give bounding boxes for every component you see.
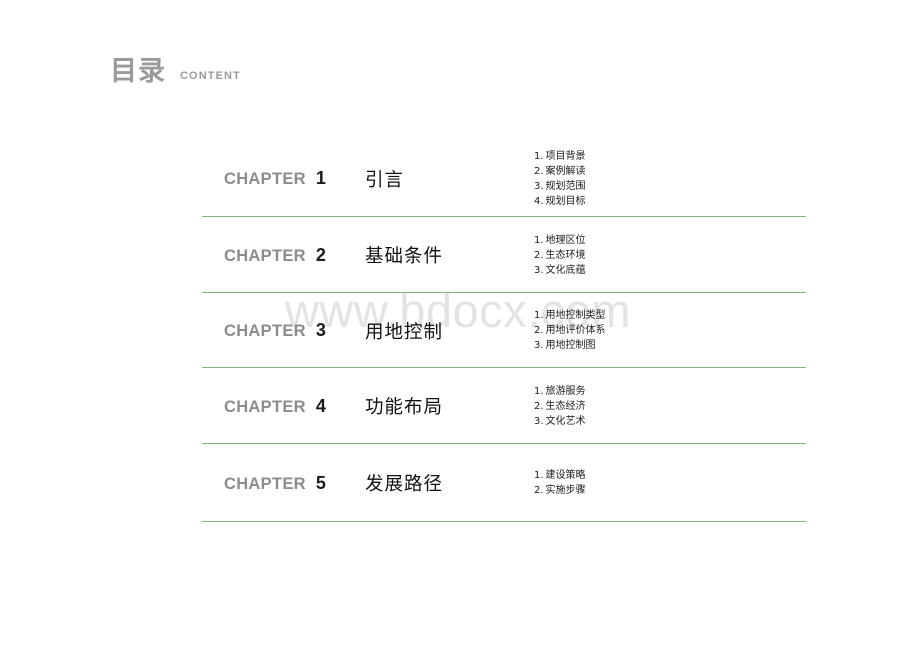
list-item-index: 1. — [534, 385, 544, 397]
list-item[interactable]: 4. 规划目标 — [534, 194, 806, 209]
toc-row[interactable]: CHAPTER 3 用地控制 1. 用地控制类型 2. 用地评价体系 3. 用地控制图 — [202, 293, 806, 368]
list-item-label: 地理区位 — [545, 234, 586, 246]
chapter-label: CHAPTER 2 — [202, 245, 352, 266]
page-subtitle: CONTENT — [180, 70, 241, 82]
list-item-label: 案例解读 — [545, 165, 586, 177]
list-item-index: 3. — [534, 180, 544, 192]
chapter-item-list: 1. 用地控制类型 2. 用地评价体系 3. 用地控制图 — [522, 308, 806, 353]
toc-row[interactable]: CHAPTER 5 发展路径 1. 建设策略 2. 实施步骤 — [202, 444, 806, 522]
chapter-number: 1 — [315, 168, 326, 188]
row-divider — [202, 521, 806, 522]
page-title: 目录 — [110, 56, 166, 87]
chapter-number: 4 — [315, 395, 326, 416]
list-item-label: 规划范围 — [545, 180, 586, 192]
list-item-index: 4. — [534, 195, 544, 207]
list-item[interactable]: 3. 规划范围 — [534, 179, 806, 194]
toc-row[interactable]: CHAPTER 2 基础条件 1. 地理区位 2. 生态环境 3. 文化底蕴 — [202, 217, 806, 293]
list-item-label: 生态经济 — [545, 400, 586, 412]
list-item-index: 1. — [534, 310, 544, 321]
chapter-word: CHAPTER — [224, 246, 306, 265]
list-item[interactable]: 1. 项目背景 — [534, 149, 806, 164]
slide-canvas: 目录 CONTENT www.bdocx.com CHAPTER 1 引言 1.… — [0, 0, 920, 651]
chapter-number: 2 — [315, 244, 326, 265]
list-item-index: 1. — [534, 470, 544, 481]
list-item-label: 项目背景 — [545, 150, 586, 162]
chapter-title: 发展路径 — [365, 474, 444, 495]
chapter-item-list: 1. 地理区位 2. 生态环境 3. 文化底蕴 — [522, 233, 806, 278]
list-item[interactable]: 2. 生态经济 — [534, 399, 806, 414]
list-item[interactable]: 3. 用地控制图 — [534, 338, 806, 353]
list-item-index: 3. — [534, 340, 544, 351]
list-item[interactable]: 1. 旅游服务 — [534, 384, 806, 399]
list-item[interactable]: 1. 建设策略 — [534, 468, 806, 483]
chapter-label: CHAPTER 3 — [202, 320, 352, 341]
list-item-index: 3. — [534, 415, 544, 427]
chapter-title: 基础条件 — [365, 246, 444, 267]
chapter-title: 用地控制 — [365, 321, 444, 343]
chapter-label: CHAPTER 4 — [202, 396, 352, 417]
toc-row[interactable]: CHAPTER 4 功能布局 1. 旅游服务 2. 生态经济 3. 文化艺术 — [202, 368, 806, 444]
chapter-word: CHAPTER — [224, 322, 306, 340]
list-item[interactable]: 2. 生态环境 — [534, 248, 806, 263]
list-item-index: 1. — [534, 234, 544, 246]
chapter-item-list: 1. 建设策略 2. 实施步骤 — [522, 468, 806, 498]
chapter-label: CHAPTER 5 — [202, 473, 352, 494]
list-item-label: 规划目标 — [545, 195, 586, 207]
chapter-word: CHAPTER — [224, 474, 306, 493]
list-item-index: 2. — [534, 485, 544, 496]
list-item-index: 2. — [534, 165, 544, 177]
list-item[interactable]: 2. 实施步骤 — [534, 483, 806, 498]
list-item-label: 生态环境 — [545, 249, 586, 261]
chapter-label: CHAPTER 1 — [202, 168, 352, 189]
chapter-title: 引言 — [365, 169, 405, 191]
chapter-word: CHAPTER — [224, 170, 306, 188]
chapter-item-list: 1. 项目背景 2. 案例解读 3. 规划范围 4. 规划目标 — [522, 149, 806, 209]
list-item-label: 文化底蕴 — [545, 264, 586, 276]
list-item[interactable]: 3. 文化艺术 — [534, 414, 806, 429]
chapter-item-list: 1. 旅游服务 2. 生态经济 3. 文化艺术 — [522, 384, 806, 429]
list-item-label: 实施步骤 — [545, 485, 586, 496]
list-item-label: 旅游服务 — [545, 385, 586, 397]
list-item-label: 文化艺术 — [545, 415, 586, 427]
list-item[interactable]: 2. 案例解读 — [534, 164, 806, 179]
chapter-number: 5 — [315, 472, 326, 493]
list-item-index: 2. — [534, 249, 544, 261]
list-item-label: 用地评价体系 — [545, 325, 606, 336]
table-of-contents: CHAPTER 1 引言 1. 项目背景 2. 案例解读 3. 规划范围 4. 规划目标… — [202, 140, 806, 522]
list-item-index: 2. — [534, 400, 544, 412]
list-item[interactable]: 3. 文化底蕴 — [534, 263, 806, 278]
list-item-label: 建设策略 — [545, 470, 586, 481]
chapter-title: 功能布局 — [365, 397, 444, 418]
list-item-index: 2. — [534, 325, 544, 336]
list-item-label: 用地控制图 — [545, 340, 596, 351]
list-item-index: 3. — [534, 264, 544, 276]
list-item[interactable]: 1. 用地控制类型 — [534, 308, 806, 323]
toc-row[interactable]: CHAPTER 1 引言 1. 项目背景 2. 案例解读 3. 规划范围 4. 规划目标 — [202, 140, 806, 217]
page-header: 目录 CONTENT — [110, 58, 241, 85]
list-item[interactable]: 1. 地理区位 — [534, 233, 806, 248]
list-item[interactable]: 2. 用地评价体系 — [534, 323, 806, 338]
list-item-index: 1. — [534, 150, 544, 162]
list-item-label: 用地控制类型 — [545, 310, 606, 321]
chapter-number: 3 — [315, 320, 326, 340]
chapter-word: CHAPTER — [224, 397, 306, 416]
